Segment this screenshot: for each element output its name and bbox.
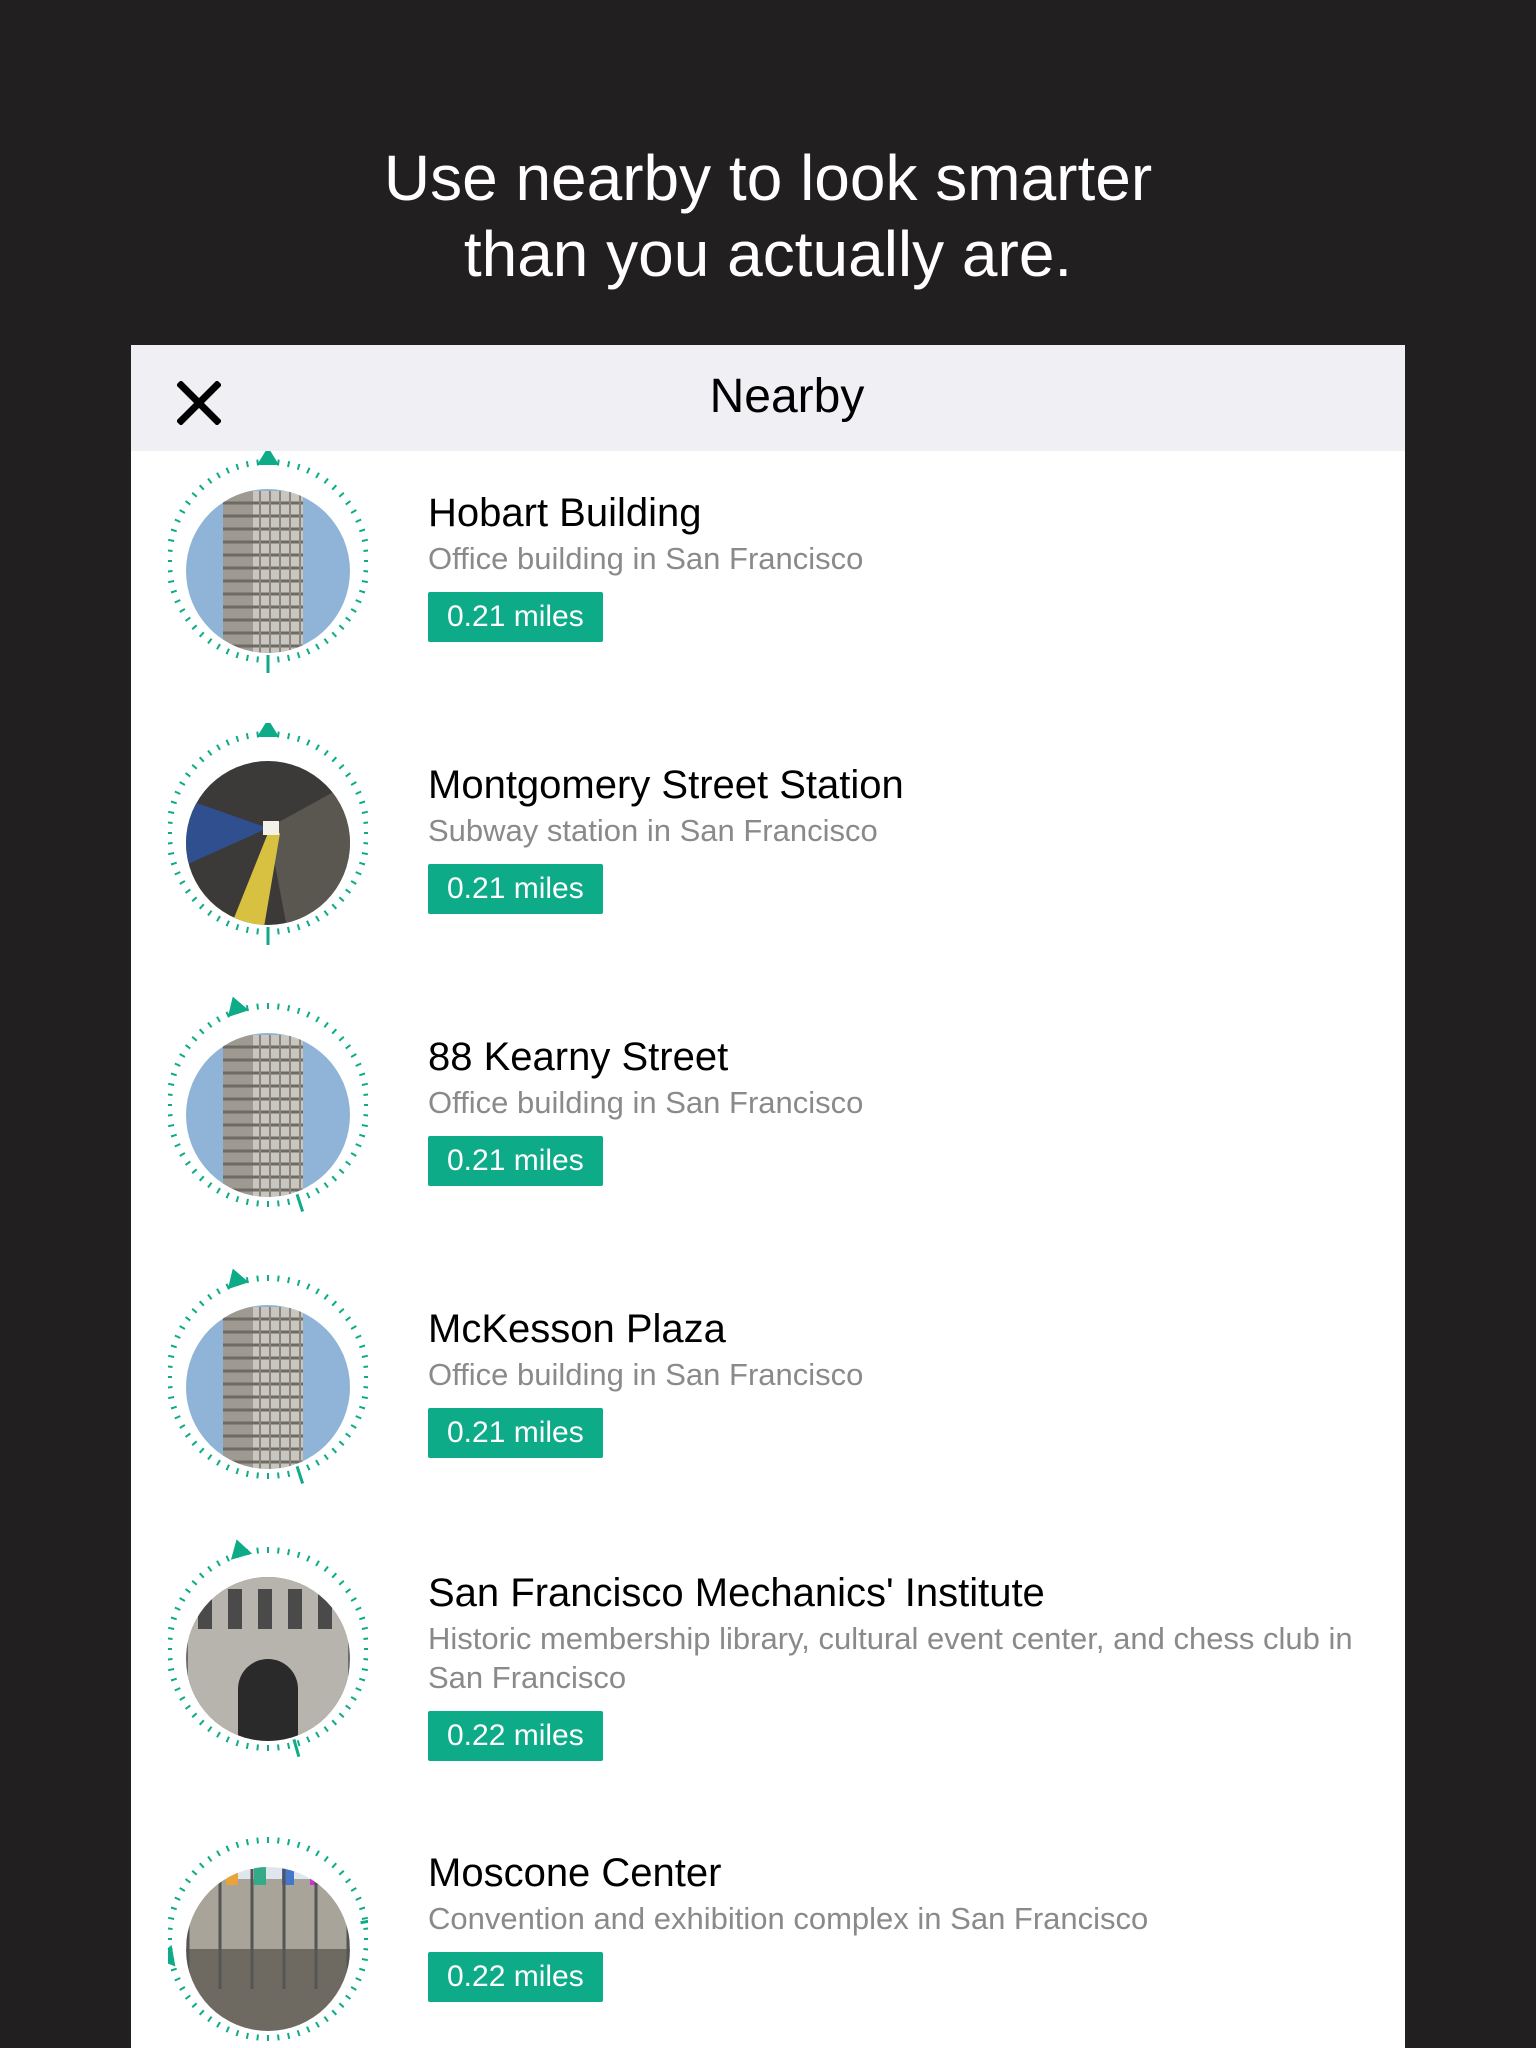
distance-badge: 0.21 miles: [428, 864, 603, 914]
place-description: Convention and exhibition complex in San…: [428, 1901, 1149, 1936]
place-name: Hobart Building: [428, 491, 702, 535]
distance-badge: 0.22 miles: [428, 1711, 603, 1761]
distance-badge: 0.22 miles: [428, 1952, 603, 2002]
place-photo-compass: [168, 723, 368, 953]
place-name: Montgomery Street Station: [428, 763, 904, 807]
list-item[interactable]: 88 Kearny Street Office building in San …: [131, 995, 1405, 1267]
list-item[interactable]: McKesson Plaza Office building in San Fr…: [131, 1267, 1405, 1539]
page-title: Nearby: [709, 370, 865, 423]
headline-line-2: than you actually are.: [463, 218, 1073, 290]
places-list: Hobart Building Office building in San F…: [131, 451, 1405, 2048]
place-photo: [186, 1305, 350, 1469]
nearby-panel: Nearby Hobart Building Office building i…: [131, 345, 1405, 2048]
navbar: Nearby: [131, 345, 1405, 451]
place-photo-compass: [168, 1829, 368, 2048]
place-photo-compass: [168, 1267, 368, 1497]
place-name: 88 Kearny Street: [428, 1035, 729, 1079]
headline-line-1: Use nearby to look smarter: [383, 142, 1153, 214]
list-item[interactable]: Moscone Center Convention and exhibition…: [131, 1829, 1405, 2048]
list-item[interactable]: Hobart Building Office building in San F…: [131, 451, 1405, 723]
place-description: Office building in San Francisco: [428, 1357, 864, 1392]
distance-badge: 0.21 miles: [428, 592, 603, 642]
place-photo: [186, 761, 350, 925]
distance-badge: 0.21 miles: [428, 1136, 603, 1186]
place-photo: [186, 1577, 350, 1741]
distance-badge: 0.21 miles: [428, 1408, 603, 1458]
place-photo-compass: [168, 995, 368, 1225]
place-photo: [186, 1033, 350, 1197]
headline: Use nearby to look smarter than you actu…: [0, 140, 1536, 292]
place-name: McKesson Plaza: [428, 1307, 726, 1351]
place-photo: [186, 489, 350, 653]
place-name: Moscone Center: [428, 1851, 722, 1895]
place-description: Office building in San Francisco: [428, 541, 864, 576]
place-description: Office building in San Francisco: [428, 1085, 864, 1120]
list-item[interactable]: San Francisco Mechanics' Institute Histo…: [131, 1539, 1405, 1829]
place-name: San Francisco Mechanics' Institute: [428, 1571, 1045, 1615]
place-photo: [186, 1867, 350, 2031]
place-photo-compass: [168, 451, 368, 681]
place-description: Subway station in San Francisco: [428, 813, 878, 848]
place-photo-compass: [168, 1539, 368, 1769]
list-item[interactable]: Montgomery Street Station Subway station…: [131, 723, 1405, 995]
place-description: Historic membership library, cultural ev…: [428, 1621, 1353, 1695]
